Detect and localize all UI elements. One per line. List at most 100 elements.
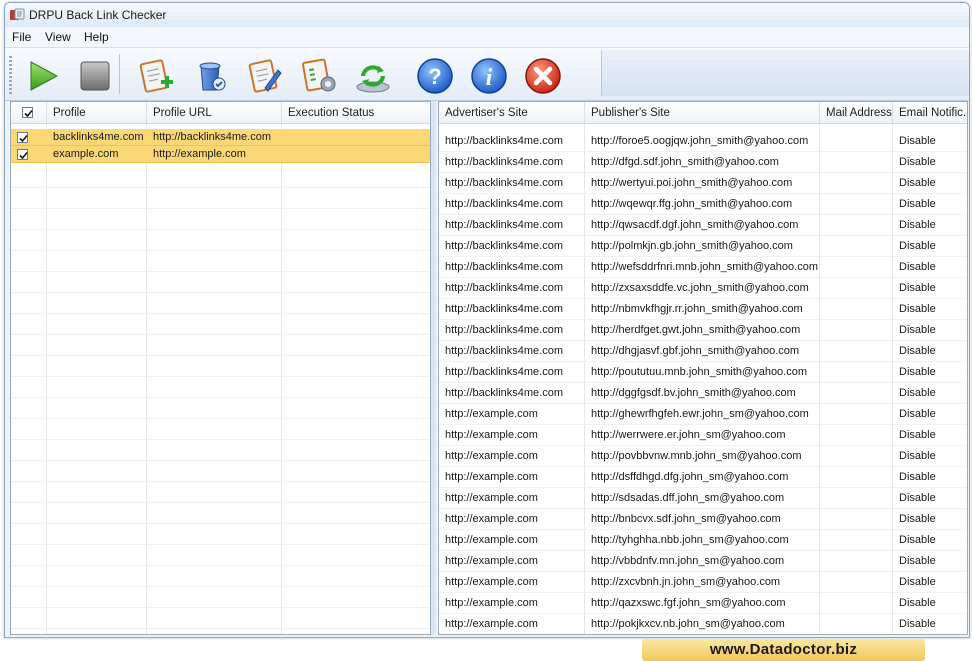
email-notification: Disable bbox=[899, 219, 936, 231]
publishers-site: http://zxcvbnh.jn.john_sm@yahoo.com bbox=[591, 576, 781, 588]
empty-row bbox=[11, 314, 430, 335]
result-row[interactable]: http://backlinks4me.com http://nbmvkfhgjr… bbox=[439, 299, 967, 320]
mail-address bbox=[820, 530, 893, 551]
publishers-site: http://werrwere.er.john_sm@yahoo.com bbox=[591, 429, 786, 441]
result-row[interactable]: http://backlinks4me.com http://polmkjn.gb… bbox=[439, 236, 967, 257]
result-row[interactable]: http://example.com http://pokjkxcv.nb.joh… bbox=[439, 614, 967, 634]
profile-row[interactable]: backlinks4me.com http://backlinks4me.com bbox=[11, 129, 430, 146]
empty-row bbox=[11, 461, 430, 482]
result-row[interactable]: http://backlinks4me.com http://wertyui.po… bbox=[439, 173, 967, 194]
delete-profile-icon[interactable] bbox=[191, 56, 231, 96]
mail-address bbox=[820, 257, 893, 278]
profile-name: backlinks4me.com bbox=[53, 131, 144, 143]
profile-list[interactable]: Profile Profile URL Execution Status bac… bbox=[10, 101, 431, 635]
advertisers-site: http://example.com bbox=[445, 576, 538, 588]
stop-icon[interactable] bbox=[75, 56, 115, 96]
advertisers-site: http://example.com bbox=[445, 450, 538, 462]
result-row[interactable]: http://backlinks4me.com http://wqewqr.ffg… bbox=[439, 194, 967, 215]
menu-file[interactable]: File bbox=[12, 30, 31, 44]
row-checkbox[interactable] bbox=[17, 132, 28, 143]
advertisers-site: http://backlinks4me.com bbox=[445, 198, 563, 210]
info-icon[interactable]: i bbox=[469, 56, 509, 96]
result-row[interactable]: http://example.com http://qazxswc.fgf.joh… bbox=[439, 593, 967, 614]
empty-row bbox=[11, 587, 430, 608]
pane-splitter[interactable] bbox=[431, 101, 436, 635]
publishers-site: http://wqewqr.ffg.john_smith@yahoo.com bbox=[591, 198, 793, 210]
toolbar-separator bbox=[119, 54, 120, 94]
publishers-site: http://herdfget.gwt.john_smith@yahoo.com bbox=[591, 324, 801, 336]
empty-row bbox=[11, 356, 430, 377]
result-row[interactable]: http://example.com http://werrwere.er.joh… bbox=[439, 425, 967, 446]
column-header-publishers-site[interactable]: Publisher's Site bbox=[585, 102, 820, 124]
result-row[interactable]: http://example.com http://dsffdhgd.dfg.jo… bbox=[439, 467, 967, 488]
advertisers-site: http://example.com bbox=[445, 555, 538, 567]
execution-status bbox=[282, 129, 430, 146]
update-icon[interactable] bbox=[353, 56, 393, 96]
publishers-site: http://vbbdnfv.mn.john_sm@yahoo.com bbox=[591, 555, 785, 567]
result-row[interactable]: http://backlinks4me.com http://zxsaxsddfe… bbox=[439, 278, 967, 299]
toolbar-empty-area bbox=[601, 50, 969, 96]
column-header-profile-url[interactable]: Profile URL bbox=[147, 102, 282, 124]
header-select-all[interactable] bbox=[11, 102, 47, 124]
mail-address bbox=[820, 446, 893, 467]
result-row[interactable]: http://backlinks4me.com http://dggfgsdf.b… bbox=[439, 383, 967, 404]
publishers-site: http://zxsaxsddfe.vc.john_smith@yahoo.co… bbox=[591, 282, 809, 294]
edit-profile-icon[interactable] bbox=[245, 56, 285, 96]
result-row[interactable]: http://example.com http://bnbcvx.sdf.john… bbox=[439, 509, 967, 530]
backlink-results-list[interactable]: Advertiser's Site Publisher's Site Mail … bbox=[438, 101, 968, 635]
advertisers-site: http://backlinks4me.com bbox=[445, 177, 563, 189]
result-row[interactable]: http://example.com http://tyhghha.nbb.joh… bbox=[439, 530, 967, 551]
mail-address bbox=[820, 425, 893, 446]
publishers-site: http://dggfgsdf.bv.john_smith@yahoo.com bbox=[591, 387, 796, 399]
publishers-site: http://nbmvkfhgjr.rr.john_smith@yahoo.co… bbox=[591, 303, 803, 315]
row-checkbox[interactable] bbox=[17, 149, 28, 161]
email-notification: Disable bbox=[899, 387, 936, 399]
select-all-checkbox[interactable] bbox=[22, 107, 33, 118]
result-row[interactable]: http://backlinks4me.com http://qwsacdf.dg… bbox=[439, 215, 967, 236]
mail-address bbox=[820, 383, 893, 404]
settings-icon[interactable] bbox=[299, 56, 339, 96]
advertisers-site: http://backlinks4me.com bbox=[445, 387, 563, 399]
app-window: DRPU Back Link Checker File View Help ? … bbox=[4, 2, 970, 638]
publishers-site: http://sdsadas.dff.john_sm@yahoo.com bbox=[591, 492, 785, 504]
menu-view[interactable]: View bbox=[45, 30, 71, 44]
toolbar-grip[interactable] bbox=[9, 56, 12, 94]
start-icon[interactable] bbox=[23, 56, 63, 96]
empty-row bbox=[11, 398, 430, 419]
column-header-email-notification[interactable]: Email Notific... bbox=[893, 102, 967, 124]
publishers-site: http://bnbcvx.sdf.john_sm@yahoo.com bbox=[591, 513, 781, 525]
mail-address bbox=[820, 509, 893, 530]
result-row[interactable]: http://example.com http://sdsadas.dff.joh… bbox=[439, 488, 967, 509]
add-profile-icon[interactable] bbox=[137, 56, 177, 96]
mail-address bbox=[820, 572, 893, 593]
help-icon[interactable]: ? bbox=[415, 56, 455, 96]
result-row[interactable]: http://backlinks4me.com http://foroe5.oog… bbox=[439, 131, 967, 152]
menu-help[interactable]: Help bbox=[84, 30, 109, 44]
email-notification: Disable bbox=[899, 576, 936, 588]
publishers-site: http://ghewrfhgfeh.ewr.john_sm@yahoo.com bbox=[591, 408, 809, 420]
result-row[interactable]: http://backlinks4me.com http://dhgjasvf.g… bbox=[439, 341, 967, 362]
result-row[interactable]: http://example.com http://ghewrfhgfeh.ewr… bbox=[439, 404, 967, 425]
result-row[interactable]: http://example.com http://vbbdnfv.mn.john… bbox=[439, 551, 967, 572]
advertisers-site: http://example.com bbox=[445, 408, 538, 420]
result-row[interactable]: http://backlinks4me.com http://dfgd.sdf.j… bbox=[439, 152, 967, 173]
result-row[interactable]: http://example.com http://povbbvnw.mnb.jo… bbox=[439, 446, 967, 467]
email-notification: Disable bbox=[899, 618, 936, 630]
profile-row[interactable]: example.com http://example.com bbox=[11, 146, 430, 164]
result-row[interactable]: http://example.com http://zxcvbnh.jn.john… bbox=[439, 572, 967, 593]
mail-address bbox=[820, 173, 893, 194]
mail-address bbox=[820, 467, 893, 488]
empty-row bbox=[11, 230, 430, 251]
result-row[interactable]: http://backlinks4me.com http://wefsddrfnr… bbox=[439, 257, 967, 278]
column-header-advertisers-site[interactable]: Advertiser's Site bbox=[439, 102, 585, 124]
column-header-mail-address[interactable]: Mail Address bbox=[820, 102, 893, 124]
column-header-execution-status[interactable]: Execution Status bbox=[282, 102, 430, 124]
mail-address bbox=[820, 320, 893, 341]
result-row[interactable]: http://backlinks4me.com http://poututuu.m… bbox=[439, 362, 967, 383]
publishers-site: http://wefsddrfnri.mnb.john_smith@yahoo.… bbox=[591, 261, 818, 273]
result-row[interactable]: http://backlinks4me.com http://herdfget.g… bbox=[439, 320, 967, 341]
empty-row bbox=[11, 566, 430, 587]
exit-icon[interactable] bbox=[523, 56, 563, 96]
check-icon bbox=[24, 109, 33, 118]
column-header-profile[interactable]: Profile bbox=[47, 102, 147, 124]
